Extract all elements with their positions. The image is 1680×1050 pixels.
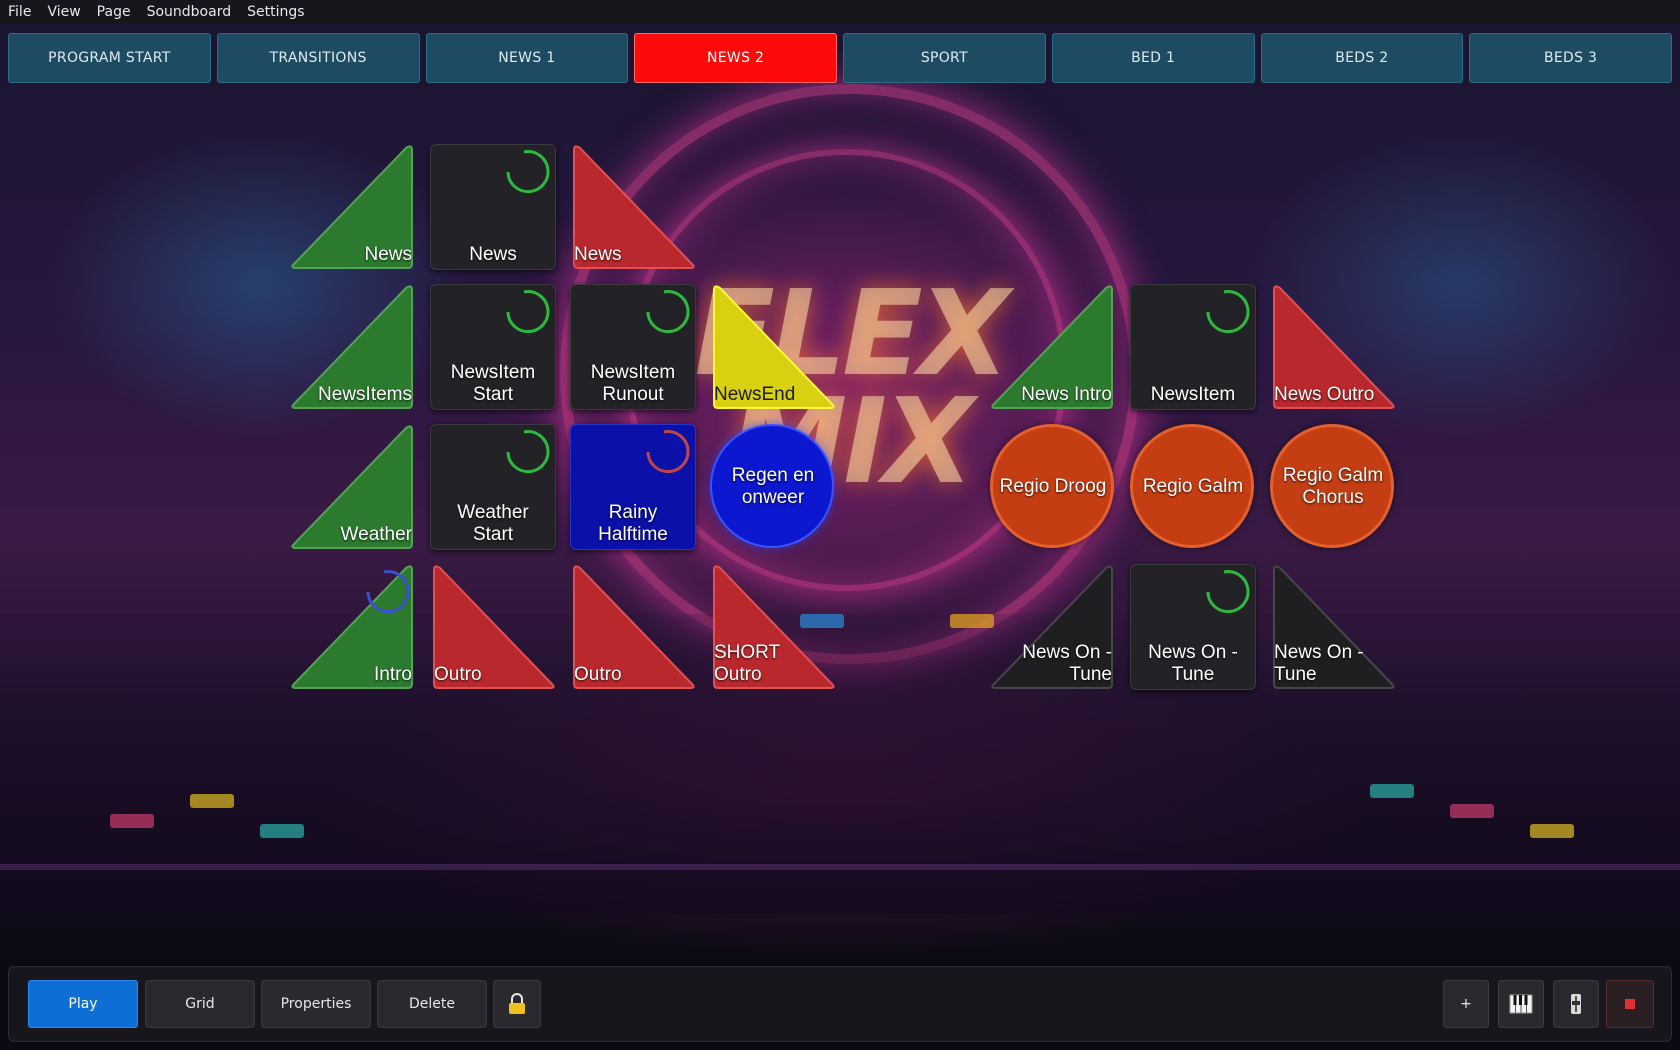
pad-label: Regio Galm Chorus — [1282, 465, 1384, 508]
pad-label: News On - Tune — [1022, 642, 1112, 685]
pad-regio-galm-chorus[interactable]: Regio Galm Chorus — [1270, 424, 1396, 550]
progress-ring-icon — [506, 430, 550, 474]
pad-news[interactable]: News — [570, 144, 696, 270]
pad-label: Rainy Halftime — [598, 502, 668, 545]
pad-label: News Intro — [1021, 384, 1112, 405]
pad-label: News — [574, 244, 622, 265]
pad-newsitem[interactable]: NewsItem — [1130, 284, 1256, 410]
delete-button[interactable]: Delete — [377, 980, 487, 1028]
lock-button[interactable] — [493, 980, 541, 1028]
pad-intro[interactable]: Intro — [290, 564, 416, 690]
pad-news-on-tune[interactable]: News On - Tune — [1270, 564, 1396, 690]
progress-ring-icon — [1206, 290, 1250, 334]
progress-ring-icon — [506, 290, 550, 334]
menu-file[interactable]: File — [0, 4, 39, 20]
pad-news[interactable]: News — [290, 144, 416, 270]
desk-light — [950, 614, 994, 628]
pad-newsitem-start[interactable]: NewsItem Start — [430, 284, 556, 410]
tab-bed-1[interactable]: BED 1 — [1051, 33, 1255, 83]
menu-page[interactable]: Page — [89, 4, 139, 20]
pad-label: Regio Galm — [1142, 476, 1244, 497]
padlock-icon — [509, 993, 525, 1014]
pad-label: NewsItems — [318, 384, 412, 405]
piano-keys-icon — [1509, 994, 1533, 1014]
pad-label: Regio Droog — [999, 476, 1107, 497]
pad-news-on-tune[interactable]: News On - Tune — [1130, 564, 1256, 690]
pad-label: News — [364, 244, 412, 265]
pad-label: Outro — [434, 664, 482, 685]
desk-light — [1450, 804, 1494, 818]
pad-regio-galm[interactable]: Regio Galm — [1130, 424, 1256, 550]
pad-outro[interactable]: Outro — [570, 564, 696, 690]
pad-label: NewsItem Runout — [590, 362, 676, 405]
fader-icon — [1571, 994, 1581, 1014]
pad-news-intro[interactable]: News Intro — [990, 284, 1116, 410]
tab-news-2[interactable]: NEWS 2 — [634, 33, 837, 83]
menu-settings[interactable]: Settings — [239, 4, 312, 20]
pad-label: NewsItem Start — [450, 362, 536, 405]
desk-edge — [0, 864, 1680, 870]
fader-button[interactable] — [1553, 980, 1599, 1028]
pad-label: News Outro — [1274, 384, 1375, 405]
progress-ring-icon — [366, 570, 410, 614]
pad-label: News On - Tune — [1148, 642, 1238, 685]
menu-bar: File View Page Soundboard Settings — [0, 0, 1680, 24]
tab-beds-3[interactable]: BEDS 3 — [1469, 33, 1672, 83]
pad-newsitems[interactable]: NewsItems — [290, 284, 416, 410]
desk-light — [260, 824, 304, 838]
pad-label: Outro — [574, 664, 622, 685]
pad-rainy-halftime[interactable]: Rainy Halftime — [570, 424, 696, 550]
progress-ring-icon — [506, 150, 550, 194]
pad-label: Weather — [340, 524, 412, 545]
pad-label: NewsItem — [1150, 384, 1236, 405]
pad-regio-droog[interactable]: Regio Droog — [990, 424, 1116, 550]
menu-view[interactable]: View — [39, 4, 88, 20]
pad-newsend[interactable]: NewsEnd — [710, 284, 836, 410]
pad-label: SHORT Outro — [714, 642, 780, 685]
tab-beds-2[interactable]: BEDS 2 — [1260, 33, 1464, 83]
pad-news-on-tune[interactable]: News On - Tune — [990, 564, 1116, 690]
pad-newsitem-runout[interactable]: NewsItem Runout — [570, 284, 696, 410]
stop-icon — [1625, 999, 1635, 1009]
progress-ring-icon — [646, 290, 690, 334]
properties-button[interactable]: Properties — [261, 980, 371, 1028]
pad-label: News — [469, 244, 517, 265]
menu-soundboard[interactable]: Soundboard — [139, 4, 240, 20]
pad-short-outro[interactable]: SHORT Outro — [710, 564, 836, 690]
desk-light — [190, 794, 234, 808]
pad-label: Weather Start — [457, 502, 529, 545]
pad-weather-start[interactable]: Weather Start — [430, 424, 556, 550]
pad-label: Intro — [373, 664, 412, 685]
play-mode-button[interactable]: Play — [28, 980, 138, 1028]
tab-sport[interactable]: SPORT — [843, 33, 1046, 83]
progress-ring-icon — [1206, 570, 1250, 614]
pad-outro[interactable]: Outro — [430, 564, 556, 690]
tab-program-start[interactable]: PROGRAM START — [8, 33, 211, 83]
pad-news-outro[interactable]: News Outro — [1270, 284, 1396, 410]
desk-light — [1370, 784, 1414, 798]
pad-weather[interactable]: Weather — [290, 424, 416, 550]
piano-button[interactable] — [1498, 980, 1544, 1028]
pad-news[interactable]: News — [430, 144, 556, 270]
tab-transitions[interactable]: TRANSITIONS — [216, 33, 420, 83]
page-tabs: PROGRAM START TRANSITIONS NEWS 1 NEWS 2 SPOR… — [8, 33, 1672, 85]
bottom-toolbar: Play Grid Properties Delete + — [8, 966, 1672, 1042]
grid-mode-button[interactable]: Grid — [145, 980, 255, 1028]
desk-light — [1530, 824, 1574, 838]
progress-ring-icon — [646, 430, 690, 474]
soundboard-background: FLEX MIX — [0, 24, 1680, 959]
add-button[interactable]: + — [1443, 980, 1489, 1028]
tab-news-1[interactable]: NEWS 1 — [425, 33, 629, 83]
pad-regen-en-onweer[interactable]: Regen en onweer — [710, 424, 836, 550]
pad-label: Regen en onweer — [731, 465, 815, 508]
pad-label: NewsEnd — [714, 384, 796, 405]
stop-all-button[interactable] — [1606, 980, 1654, 1028]
pad-label: News On - Tune — [1274, 642, 1364, 685]
desk-light — [110, 814, 154, 828]
